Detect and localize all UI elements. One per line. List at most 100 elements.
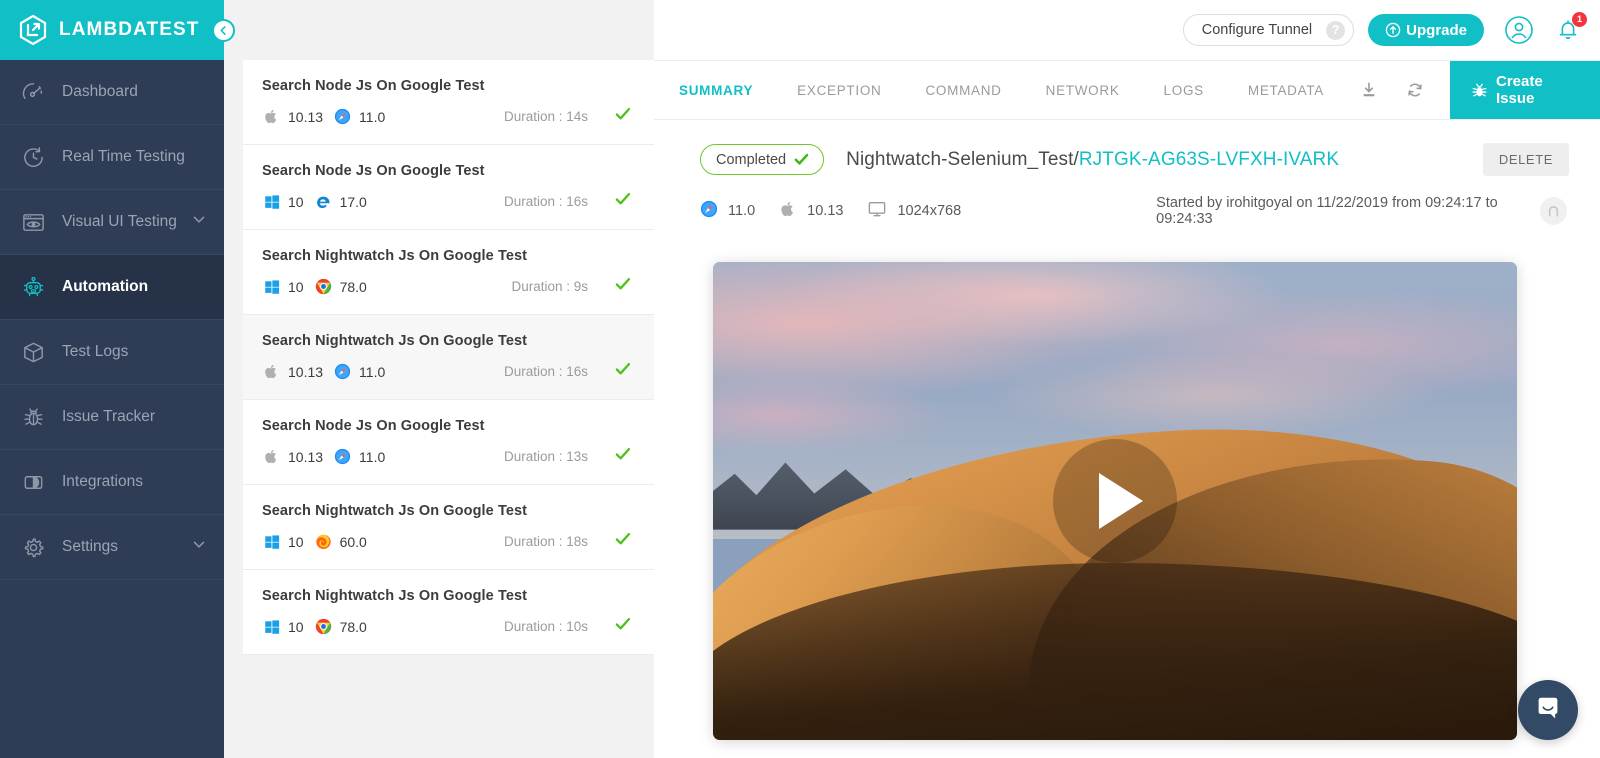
apple-icon bbox=[262, 447, 281, 466]
user-circle-icon[interactable] bbox=[1504, 15, 1534, 45]
sidebar-item-label: Test Logs bbox=[62, 343, 128, 361]
test-item-os-version: 10 bbox=[288, 194, 304, 210]
detail-row-title: Completed Nightwatch-Selenium_Test/RJTGK… bbox=[700, 143, 1600, 176]
test-item-os-version: 10 bbox=[288, 534, 304, 550]
test-item-status-icon bbox=[614, 615, 632, 638]
refresh-icon[interactable] bbox=[1392, 61, 1438, 119]
test-item-duration: Duration : 9s bbox=[511, 279, 588, 294]
tab-logs[interactable]: LOGS bbox=[1142, 61, 1226, 119]
configure-tunnel-button[interactable]: Configure Tunnel ? bbox=[1183, 14, 1354, 46]
os-info: 10.13 bbox=[779, 200, 843, 223]
create-issue-button[interactable]: Create Issue bbox=[1450, 61, 1600, 119]
sidebar: LAMBDATEST Dashboard Real Time Testing bbox=[0, 0, 224, 758]
test-list-item[interactable]: Search Node Js On Google Test10.1311.0Du… bbox=[243, 400, 654, 485]
edge-icon bbox=[314, 192, 333, 211]
notification-bell-icon[interactable]: 1 bbox=[1554, 16, 1582, 44]
upgrade-button[interactable]: Upgrade bbox=[1368, 14, 1484, 46]
video-player-wrapper bbox=[713, 262, 1517, 740]
test-list-panel: Search Node Js On Google Test10.1311.0Du… bbox=[224, 0, 654, 758]
sidebar-item-visual-ui-testing[interactable]: Visual UI Testing bbox=[0, 190, 224, 255]
test-item-meta: 10.13 11.0 Duration : 16s bbox=[262, 360, 632, 383]
intercom-chat-button[interactable] bbox=[1518, 680, 1578, 740]
tab-bar: SUMMARY EXCEPTION COMMAND NETWORK LOGS M… bbox=[654, 60, 1600, 120]
app-root: LAMBDATEST Dashboard Real Time Testing bbox=[0, 0, 1600, 758]
test-item-status-icon bbox=[614, 105, 632, 128]
clock-icon bbox=[16, 145, 50, 170]
page-title: Nightwatch-Selenium_Test/RJTGK-AG63S-LVF… bbox=[846, 149, 1339, 171]
status-check-icon bbox=[614, 190, 632, 213]
test-video-player[interactable] bbox=[713, 262, 1517, 740]
status-check-icon bbox=[614, 360, 632, 383]
sidebar-item-label: Issue Tracker bbox=[62, 408, 155, 426]
play-icon[interactable] bbox=[1053, 439, 1177, 563]
check-icon bbox=[793, 151, 810, 168]
test-item-duration: Duration : 16s bbox=[504, 364, 588, 379]
sidebar-item-label: Settings bbox=[62, 538, 118, 556]
test-list-item[interactable]: Search Node Js On Google Test 10.1311.0Du… bbox=[243, 60, 654, 145]
sidebar-item-label: Visual UI Testing bbox=[62, 213, 177, 231]
sidebar-item-test-logs[interactable]: Test Logs bbox=[0, 320, 224, 385]
tab-summary[interactable]: SUMMARY bbox=[654, 61, 775, 119]
test-list-item[interactable]: Search Nightwatch Js On Google Test 1078.… bbox=[243, 570, 654, 655]
tab-metadata[interactable]: METADATA bbox=[1226, 61, 1346, 119]
sidebar-item-automation[interactable]: Automation bbox=[0, 255, 224, 320]
create-issue-label: Create Issue bbox=[1496, 73, 1574, 107]
test-item-meta: 1078.0Duration : 9s bbox=[262, 275, 632, 298]
windows-icon bbox=[262, 532, 281, 551]
sidebar-nav: Dashboard Real Time Testing Visual UI Te… bbox=[0, 60, 224, 580]
upgrade-label: Upgrade bbox=[1406, 22, 1467, 39]
browser-version: 11.0 bbox=[728, 203, 755, 219]
download-icon[interactable] bbox=[1346, 61, 1392, 119]
chevron-down-icon[interactable] bbox=[192, 213, 206, 232]
test-list-item[interactable]: Search Nightwatch Js On Google Test10.13… bbox=[243, 315, 654, 400]
tab-command[interactable]: COMMAND bbox=[903, 61, 1023, 119]
test-item-duration: Duration : 13s bbox=[504, 449, 588, 464]
windows-icon bbox=[262, 277, 281, 296]
help-icon[interactable]: ? bbox=[1326, 21, 1345, 40]
tab-network[interactable]: NETWORK bbox=[1024, 61, 1142, 119]
test-item-browser-version: 78.0 bbox=[340, 619, 367, 635]
monitor-icon bbox=[867, 199, 887, 224]
test-list-item[interactable]: Search Nightwatch Js On Google Test1060.… bbox=[243, 485, 654, 570]
sidebar-item-label: Dashboard bbox=[62, 83, 138, 101]
os-version: 10.13 bbox=[807, 203, 843, 219]
sidebar-item-dashboard[interactable]: Dashboard bbox=[0, 60, 224, 125]
sidebar-item-real-time-testing[interactable]: Real Time Testing bbox=[0, 125, 224, 190]
upgrade-arrow-icon bbox=[1385, 22, 1401, 38]
user-avatar-icon[interactable] bbox=[1540, 197, 1567, 225]
test-list-item[interactable]: Search Nightwatch Js On Google Test1078.… bbox=[243, 230, 654, 315]
test-item-title: Search Node Js On Google Test bbox=[262, 78, 632, 94]
box-icon bbox=[16, 340, 50, 365]
chevron-left-icon[interactable] bbox=[212, 19, 235, 42]
sidebar-item-integrations[interactable]: Integrations bbox=[0, 450, 224, 515]
test-item-browser-version: 11.0 bbox=[359, 364, 385, 380]
sidebar-item-settings[interactable]: Settings bbox=[0, 515, 224, 580]
test-item-os-version: 10.13 bbox=[288, 364, 323, 380]
test-item-meta: 1017.0Duration : 16s bbox=[262, 190, 632, 213]
browser-eye-icon bbox=[16, 210, 50, 235]
configure-tunnel-label: Configure Tunnel bbox=[1202, 22, 1312, 38]
test-session-id[interactable]: RJTGK-AG63S-LVFXH-IVARK bbox=[1079, 149, 1339, 170]
test-item-browser-version: 17.0 bbox=[340, 194, 367, 210]
chevron-down-icon[interactable] bbox=[192, 538, 206, 557]
brand-header: LAMBDATEST bbox=[0, 0, 224, 60]
test-item-meta: 1078.0Duration : 10s bbox=[262, 615, 632, 638]
firefox-icon bbox=[314, 532, 333, 551]
status-check-icon bbox=[614, 445, 632, 468]
sidebar-item-issue-tracker[interactable]: Issue Tracker bbox=[0, 385, 224, 450]
test-item-title: Search Nightwatch Js On Google Test bbox=[262, 588, 632, 604]
test-list[interactable]: Search Node Js On Google Test10.1311.0Du… bbox=[224, 60, 654, 758]
delete-button[interactable]: DELETE bbox=[1483, 143, 1569, 176]
test-item-meta: 1060.0Duration : 18s bbox=[262, 530, 632, 553]
windows-icon bbox=[262, 617, 281, 636]
test-item-os-version: 10.13 bbox=[288, 449, 323, 465]
test-list-item[interactable]: Search Node Js On Google Test1017.0Durat… bbox=[243, 145, 654, 230]
gear-icon bbox=[16, 535, 50, 560]
tab-exception[interactable]: EXCEPTION bbox=[775, 61, 903, 119]
test-item-meta: 10.1311.0Duration : 14s bbox=[262, 105, 632, 128]
apple-icon bbox=[262, 107, 281, 126]
apple-icon bbox=[262, 362, 281, 381]
detail-panel: Configure Tunnel ? Upgrade 1 SUMMARY EXC… bbox=[654, 0, 1600, 758]
test-item-status-icon bbox=[614, 445, 632, 468]
windows-icon bbox=[262, 192, 281, 211]
